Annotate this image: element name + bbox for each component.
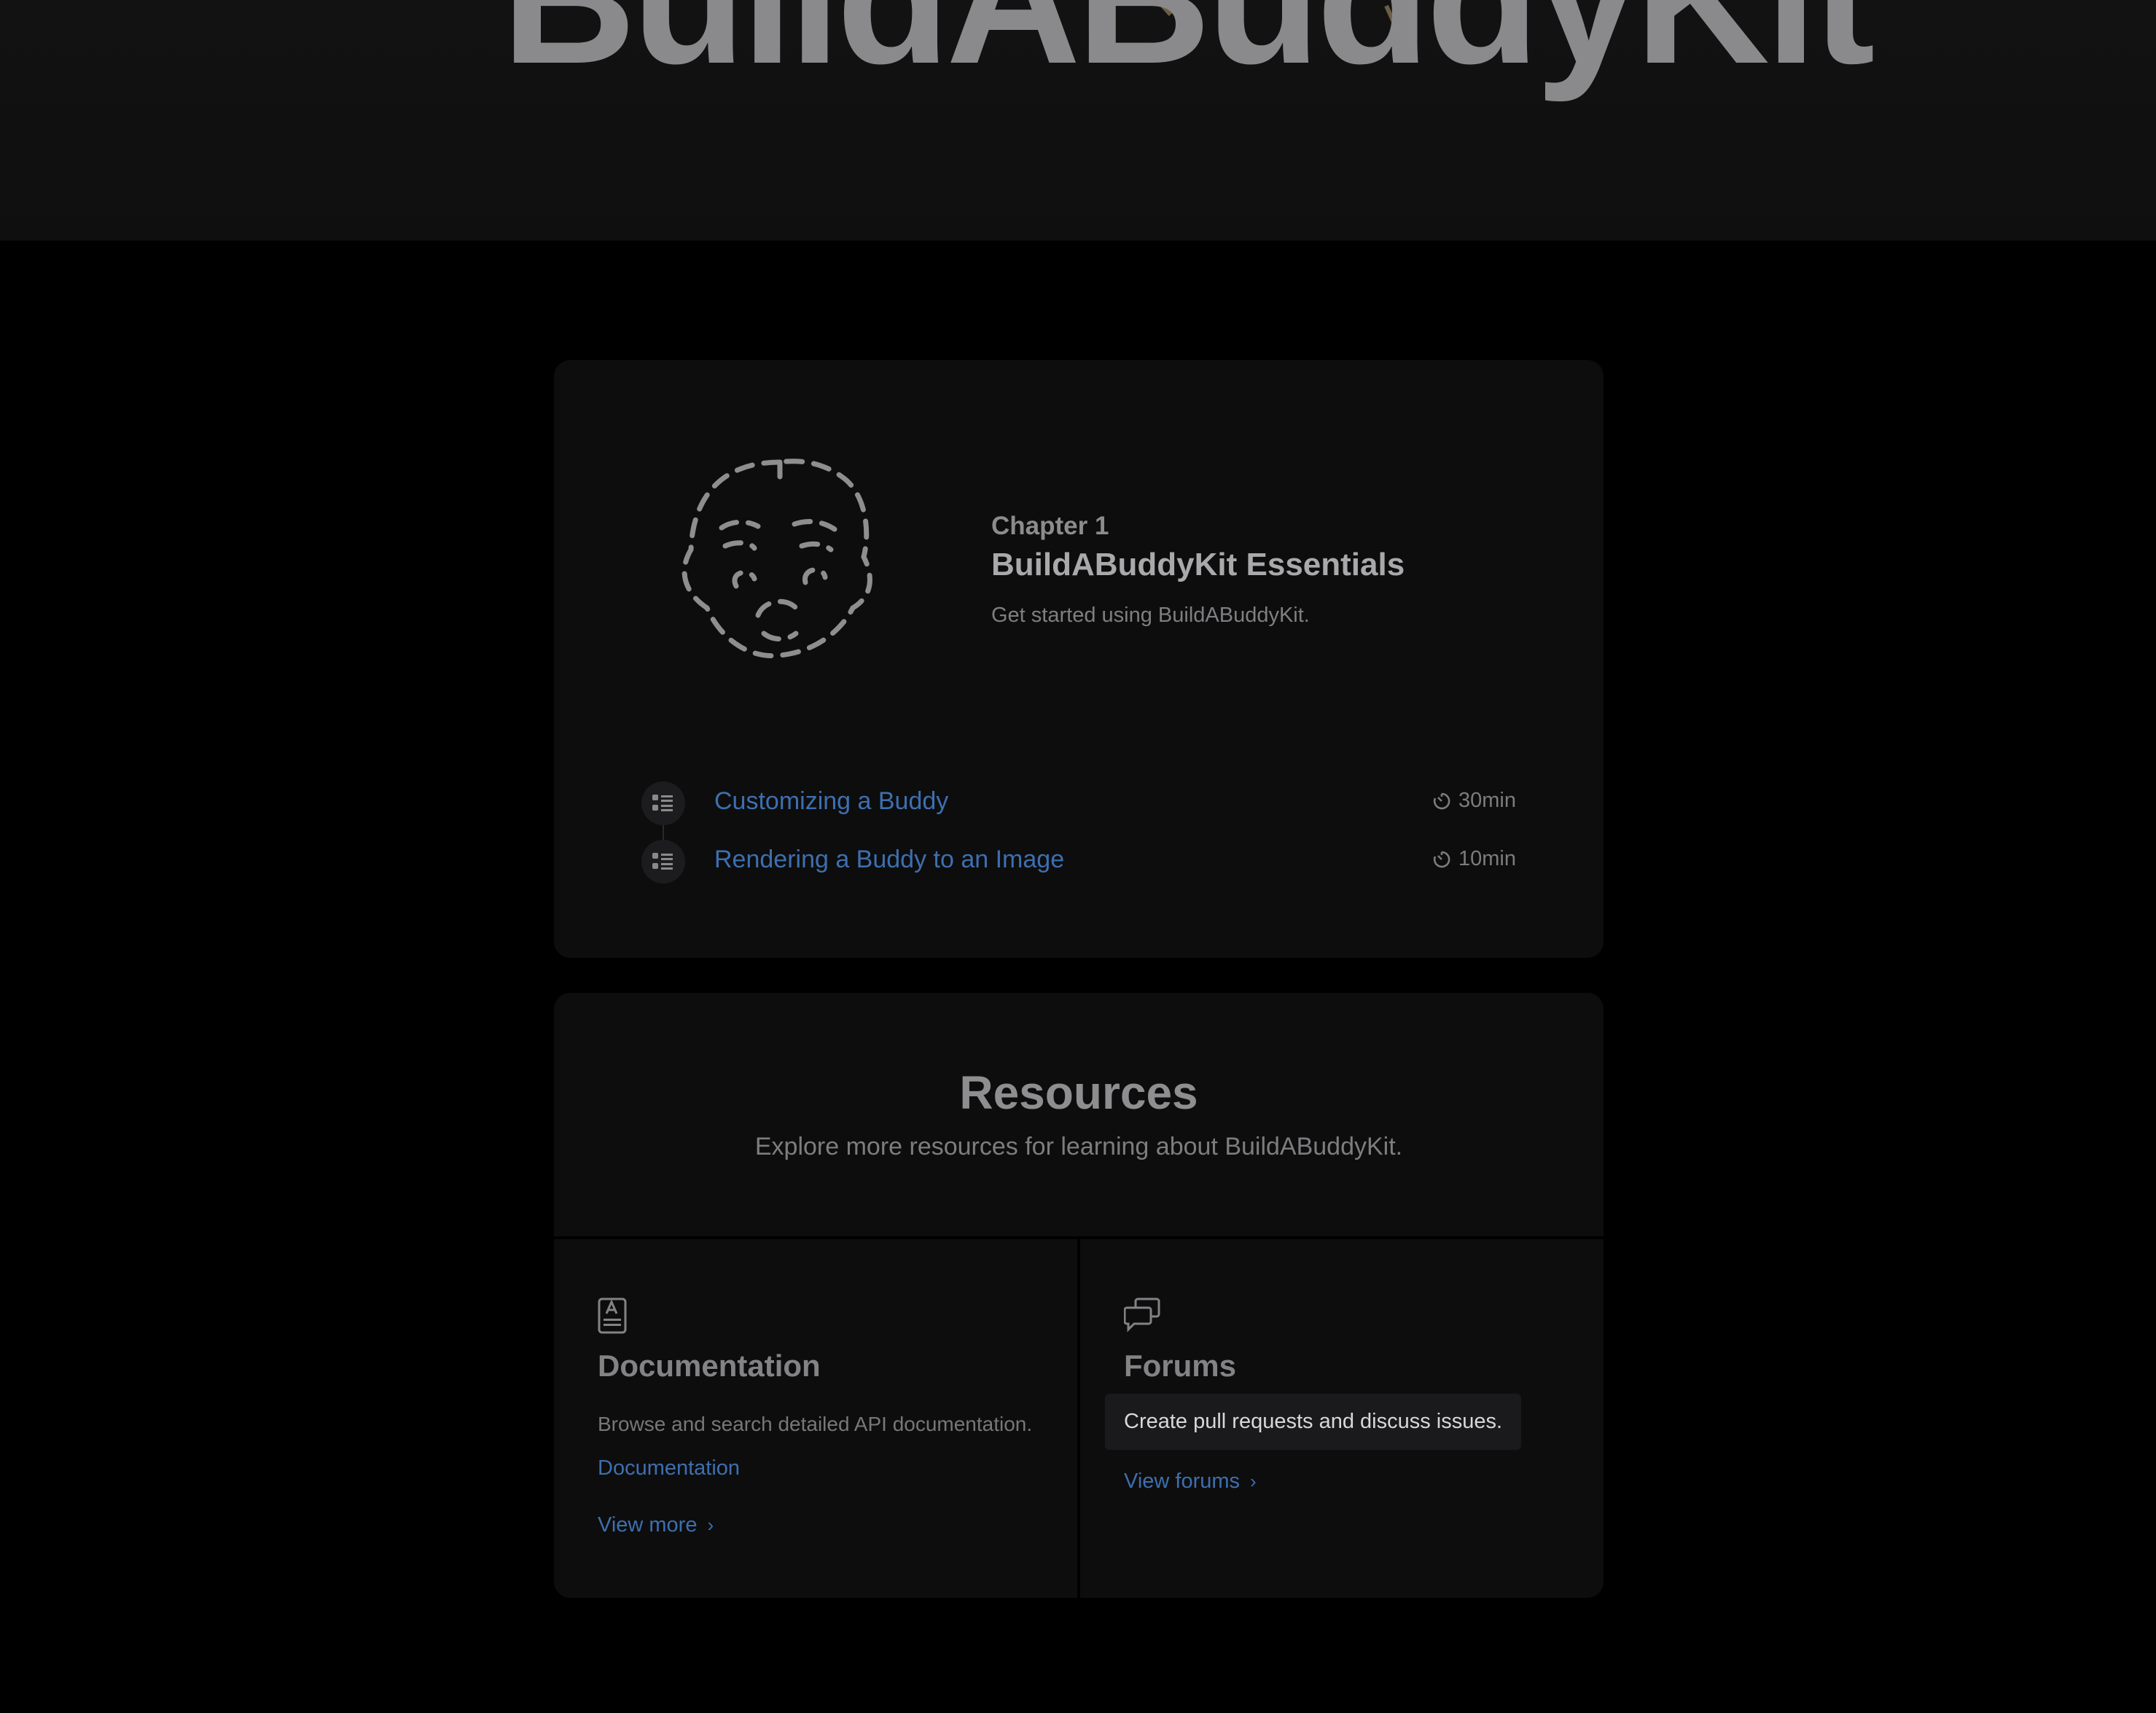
tutorial-row[interactable]: Customizing a Buddy 30min: [641, 781, 1516, 825]
chapter-description: Get started using BuildABuddyKit.: [991, 604, 1310, 627]
chevron-right-icon: ›: [1250, 1470, 1257, 1492]
documentation-link[interactable]: Documentation: [598, 1456, 740, 1480]
documentation-section: Documentation Browse and search detailed…: [554, 1239, 1077, 1598]
tutorial-duration-text: 10min: [1458, 847, 1516, 870]
timer-icon: [1433, 851, 1450, 867]
timer-icon: [1433, 792, 1450, 809]
chapter-title: BuildABuddyKit Essentials: [991, 547, 1405, 582]
forums-heading: Forums: [1124, 1349, 1237, 1383]
hero-banner: BuildABuddyKit: [0, 0, 2156, 241]
chapter-card: Chapter 1 BuildABuddyKit Essentials Get …: [554, 360, 1604, 958]
forums-description-tooltip: Create pull requests and discuss issues.: [1105, 1394, 1522, 1450]
document-icon: [598, 1298, 627, 1334]
forums-section: Forums Create pull requests and discuss …: [1080, 1239, 1604, 1598]
chat-bubbles-icon: [1124, 1298, 1160, 1332]
tutorial-link-rendering[interactable]: Rendering a Buddy to an Image: [714, 846, 1064, 874]
chapter-label: Chapter 1: [991, 512, 1109, 540]
tutorial-duration: 10min: [1432, 847, 1516, 871]
resources-title: Resources: [959, 1066, 1198, 1119]
tutorial-link-customizing[interactable]: Customizing a Buddy: [714, 787, 948, 816]
resources-subtitle: Explore more resources for learning abou…: [754, 1133, 1403, 1160]
hero-title: BuildABuddyKit: [501, 0, 1875, 92]
view-forums-label: View forums: [1124, 1470, 1241, 1493]
view-more-label: View more: [598, 1513, 698, 1537]
tutorial-duration: 30min: [1432, 789, 1516, 813]
view-more-link[interactable]: View more ›: [598, 1513, 714, 1537]
documentation-heading: Documentation: [598, 1349, 821, 1383]
buddy-face-illustration: [681, 459, 872, 659]
list-icon: [641, 781, 685, 825]
view-forums-link[interactable]: View forums ›: [1124, 1470, 1257, 1494]
tutorial-row[interactable]: Rendering a Buddy to an Image 10min: [641, 840, 1516, 883]
tutorial-duration-text: 30min: [1458, 789, 1516, 812]
documentation-description: Browse and search detailed API documenta…: [598, 1413, 1033, 1435]
list-icon: [641, 840, 685, 883]
resources-card: Resources Explore more resources for lea…: [554, 993, 1604, 1598]
chevron-right-icon: ›: [707, 1514, 714, 1536]
